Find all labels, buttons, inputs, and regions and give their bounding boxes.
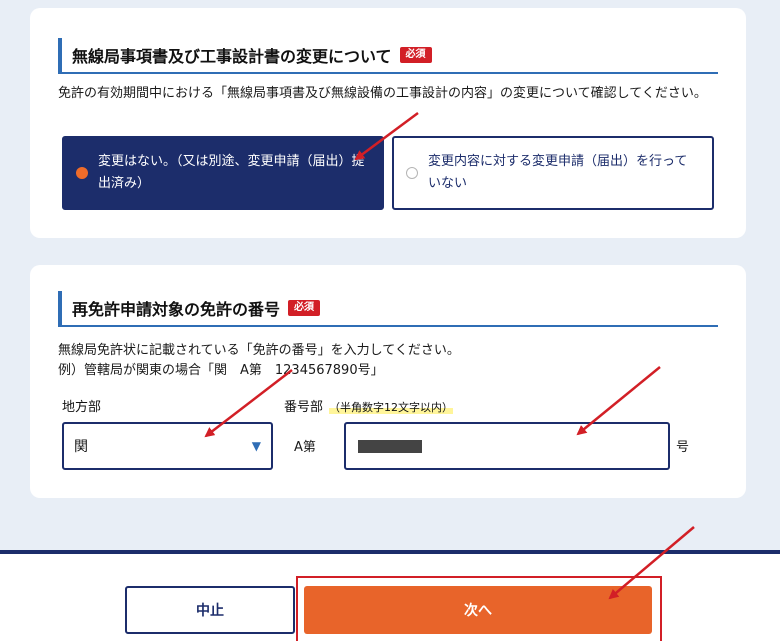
section-heading-change: 無線局事項書及び工事設計書の変更について 必須: [58, 38, 718, 74]
section-description-line2: 例）管轄局が関東の場合「関 A第 1234567890号」: [58, 363, 384, 378]
license-change-card: 無線局事項書及び工事設計書の変更について 必須 免許の有効期間中における「無線局…: [30, 8, 746, 238]
number-label: 番号部: [284, 400, 324, 415]
section-title: 無線局事項書及び工事設計書の変更について: [72, 47, 392, 66]
region-select-value: 関: [74, 439, 88, 455]
next-button[interactable]: 次へ: [304, 586, 652, 634]
section-description: 免許の有効期間中における「無線局事項書及び無線設備の工事設計の内容」の変更につい…: [58, 86, 707, 101]
required-badge: 必須: [399, 47, 432, 63]
option-not-filed[interactable]: 変更内容に対する変更申請（届出）を行っていない: [392, 136, 714, 210]
section-heading-number: 再免許申請対象の免許の番号 必須: [58, 291, 718, 327]
dropdown-caret-icon[interactable]: ▼: [252, 439, 261, 453]
license-number-card: 再免許申請対象の免許の番号 必須 無線局免許状に記載されている「免許の番号」を入…: [30, 265, 746, 498]
number-prefix: A第: [294, 440, 316, 455]
radio-unselected-icon[interactable]: [406, 167, 418, 179]
option-no-change[interactable]: 変更はない。（又は別途、変更申請（届出）提出済み）: [62, 136, 384, 210]
option-label: 変更はない。（又は別途、変更申請（届出）提出済み）: [98, 154, 365, 191]
footer-bar: 中止 次へ: [0, 550, 780, 641]
region-select[interactable]: 関 ▼: [62, 422, 273, 470]
radio-selected-icon[interactable]: [76, 167, 88, 179]
required-badge: 必須: [288, 300, 321, 316]
redacted-value-mask: [358, 439, 422, 453]
option-label: 変更内容に対する変更申請（届出）を行っていない: [428, 154, 688, 191]
cancel-button[interactable]: 中止: [125, 586, 295, 634]
number-hint: （半角数字12文字以内）: [329, 401, 454, 414]
number-label-group: 番号部 （半角数字12文字以内）: [284, 396, 454, 415]
section-description-line1: 無線局免許状に記載されている「免許の番号」を入力してください。: [58, 343, 460, 358]
license-number-input[interactable]: [344, 422, 670, 470]
number-suffix: 号: [676, 440, 690, 455]
region-label: 地方部: [62, 400, 102, 415]
section-title: 再免許申請対象の免許の番号: [72, 300, 281, 319]
